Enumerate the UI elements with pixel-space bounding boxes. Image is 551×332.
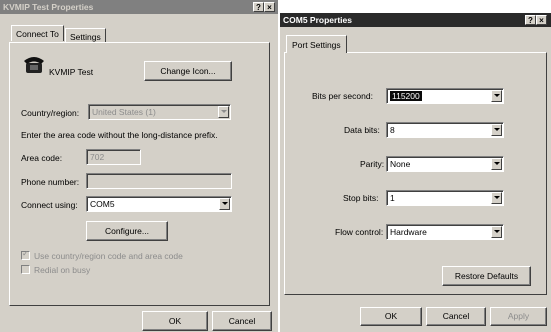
area-code-label: Area code: bbox=[21, 153, 63, 163]
phone-icon bbox=[22, 55, 46, 75]
chevron-down-icon bbox=[218, 106, 229, 118]
tab-panel: Bits per second: 115200 Data bits: 8 Par… bbox=[284, 52, 547, 295]
cancel-button[interactable]: Cancel bbox=[426, 307, 486, 326]
ok-button[interactable]: OK bbox=[360, 307, 422, 326]
chevron-down-icon bbox=[491, 226, 502, 238]
parity-value: None bbox=[390, 159, 411, 169]
chevron-down-icon bbox=[219, 198, 230, 210]
title-bar[interactable]: KVMIP Test Properties bbox=[0, 0, 278, 14]
chevron-down-icon bbox=[491, 124, 502, 136]
help-button[interactable]: ? bbox=[253, 2, 264, 12]
tab-port-settings[interactable]: Port Settings bbox=[286, 35, 347, 53]
flow-control-value: Hardware bbox=[390, 227, 427, 237]
title-bar[interactable]: COM5 Properties bbox=[280, 13, 551, 27]
country-dropdown[interactable]: United States (1) bbox=[88, 104, 231, 120]
phone-number-label: Phone number: bbox=[21, 177, 80, 187]
window-title: COM5 Properties bbox=[283, 15, 352, 25]
flow-control-dropdown[interactable]: Hardware bbox=[386, 224, 504, 240]
data-bits-label: Data bits: bbox=[344, 125, 380, 135]
connect-using-dropdown[interactable]: COM5 bbox=[86, 196, 232, 212]
change-icon-button[interactable]: Change Icon... bbox=[144, 61, 232, 81]
area-code-field[interactable]: 702 bbox=[86, 149, 141, 165]
configure-button[interactable]: Configure... bbox=[86, 221, 168, 241]
connect-using-label: Connect using: bbox=[21, 200, 78, 210]
stop-bits-dropdown[interactable]: 1 bbox=[386, 190, 504, 206]
connect-using-value: COM5 bbox=[90, 199, 115, 209]
use-country-checkbox[interactable] bbox=[21, 249, 30, 260]
use-country-label: Use country/region code and area code bbox=[34, 251, 183, 261]
country-value: United States (1) bbox=[92, 107, 156, 117]
bits-per-second-label: Bits per second: bbox=[312, 91, 373, 101]
ok-button[interactable]: OK bbox=[142, 311, 208, 331]
stop-bits-value: 1 bbox=[390, 193, 395, 203]
close-button[interactable]: × bbox=[536, 15, 547, 25]
redial-label: Redial on busy bbox=[34, 265, 91, 275]
apply-button[interactable]: Apply bbox=[490, 307, 547, 326]
close-button[interactable]: × bbox=[264, 2, 275, 12]
country-label: Country/region: bbox=[21, 108, 80, 118]
phone-number-field[interactable] bbox=[86, 173, 232, 189]
flow-control-label: Flow control: bbox=[335, 227, 384, 237]
parity-label: Parity: bbox=[360, 159, 385, 169]
area-code-instruction: Enter the area code without the long-dis… bbox=[21, 130, 218, 140]
tab-panel: KVMIP Test Change Icon... Country/region… bbox=[9, 42, 270, 306]
stop-bits-label: Stop bits: bbox=[343, 193, 379, 203]
kvmip-properties-dialog: KVMIP Test Properties ? × Connect To Set… bbox=[0, 0, 278, 332]
data-bits-dropdown[interactable]: 8 bbox=[386, 122, 504, 138]
chevron-down-icon bbox=[491, 90, 502, 102]
com5-properties-dialog: COM5 Properties ? × Port Settings Bits p… bbox=[280, 13, 551, 332]
connection-name: KVMIP Test bbox=[49, 67, 94, 77]
help-button[interactable]: ? bbox=[525, 15, 536, 25]
data-bits-value: 8 bbox=[390, 125, 395, 135]
restore-defaults-button[interactable]: Restore Defaults bbox=[442, 266, 531, 286]
bits-per-second-dropdown[interactable]: 115200 bbox=[386, 88, 504, 104]
redial-checkbox[interactable] bbox=[21, 265, 30, 274]
cancel-button[interactable]: Cancel bbox=[212, 311, 272, 331]
tab-connect-to[interactable]: Connect To bbox=[11, 25, 64, 41]
chevron-down-icon bbox=[491, 192, 502, 204]
chevron-down-icon bbox=[491, 158, 502, 170]
bits-per-second-value: 115200 bbox=[390, 91, 422, 101]
window-title: KVMIP Test Properties bbox=[3, 2, 94, 12]
parity-dropdown[interactable]: None bbox=[386, 156, 504, 172]
